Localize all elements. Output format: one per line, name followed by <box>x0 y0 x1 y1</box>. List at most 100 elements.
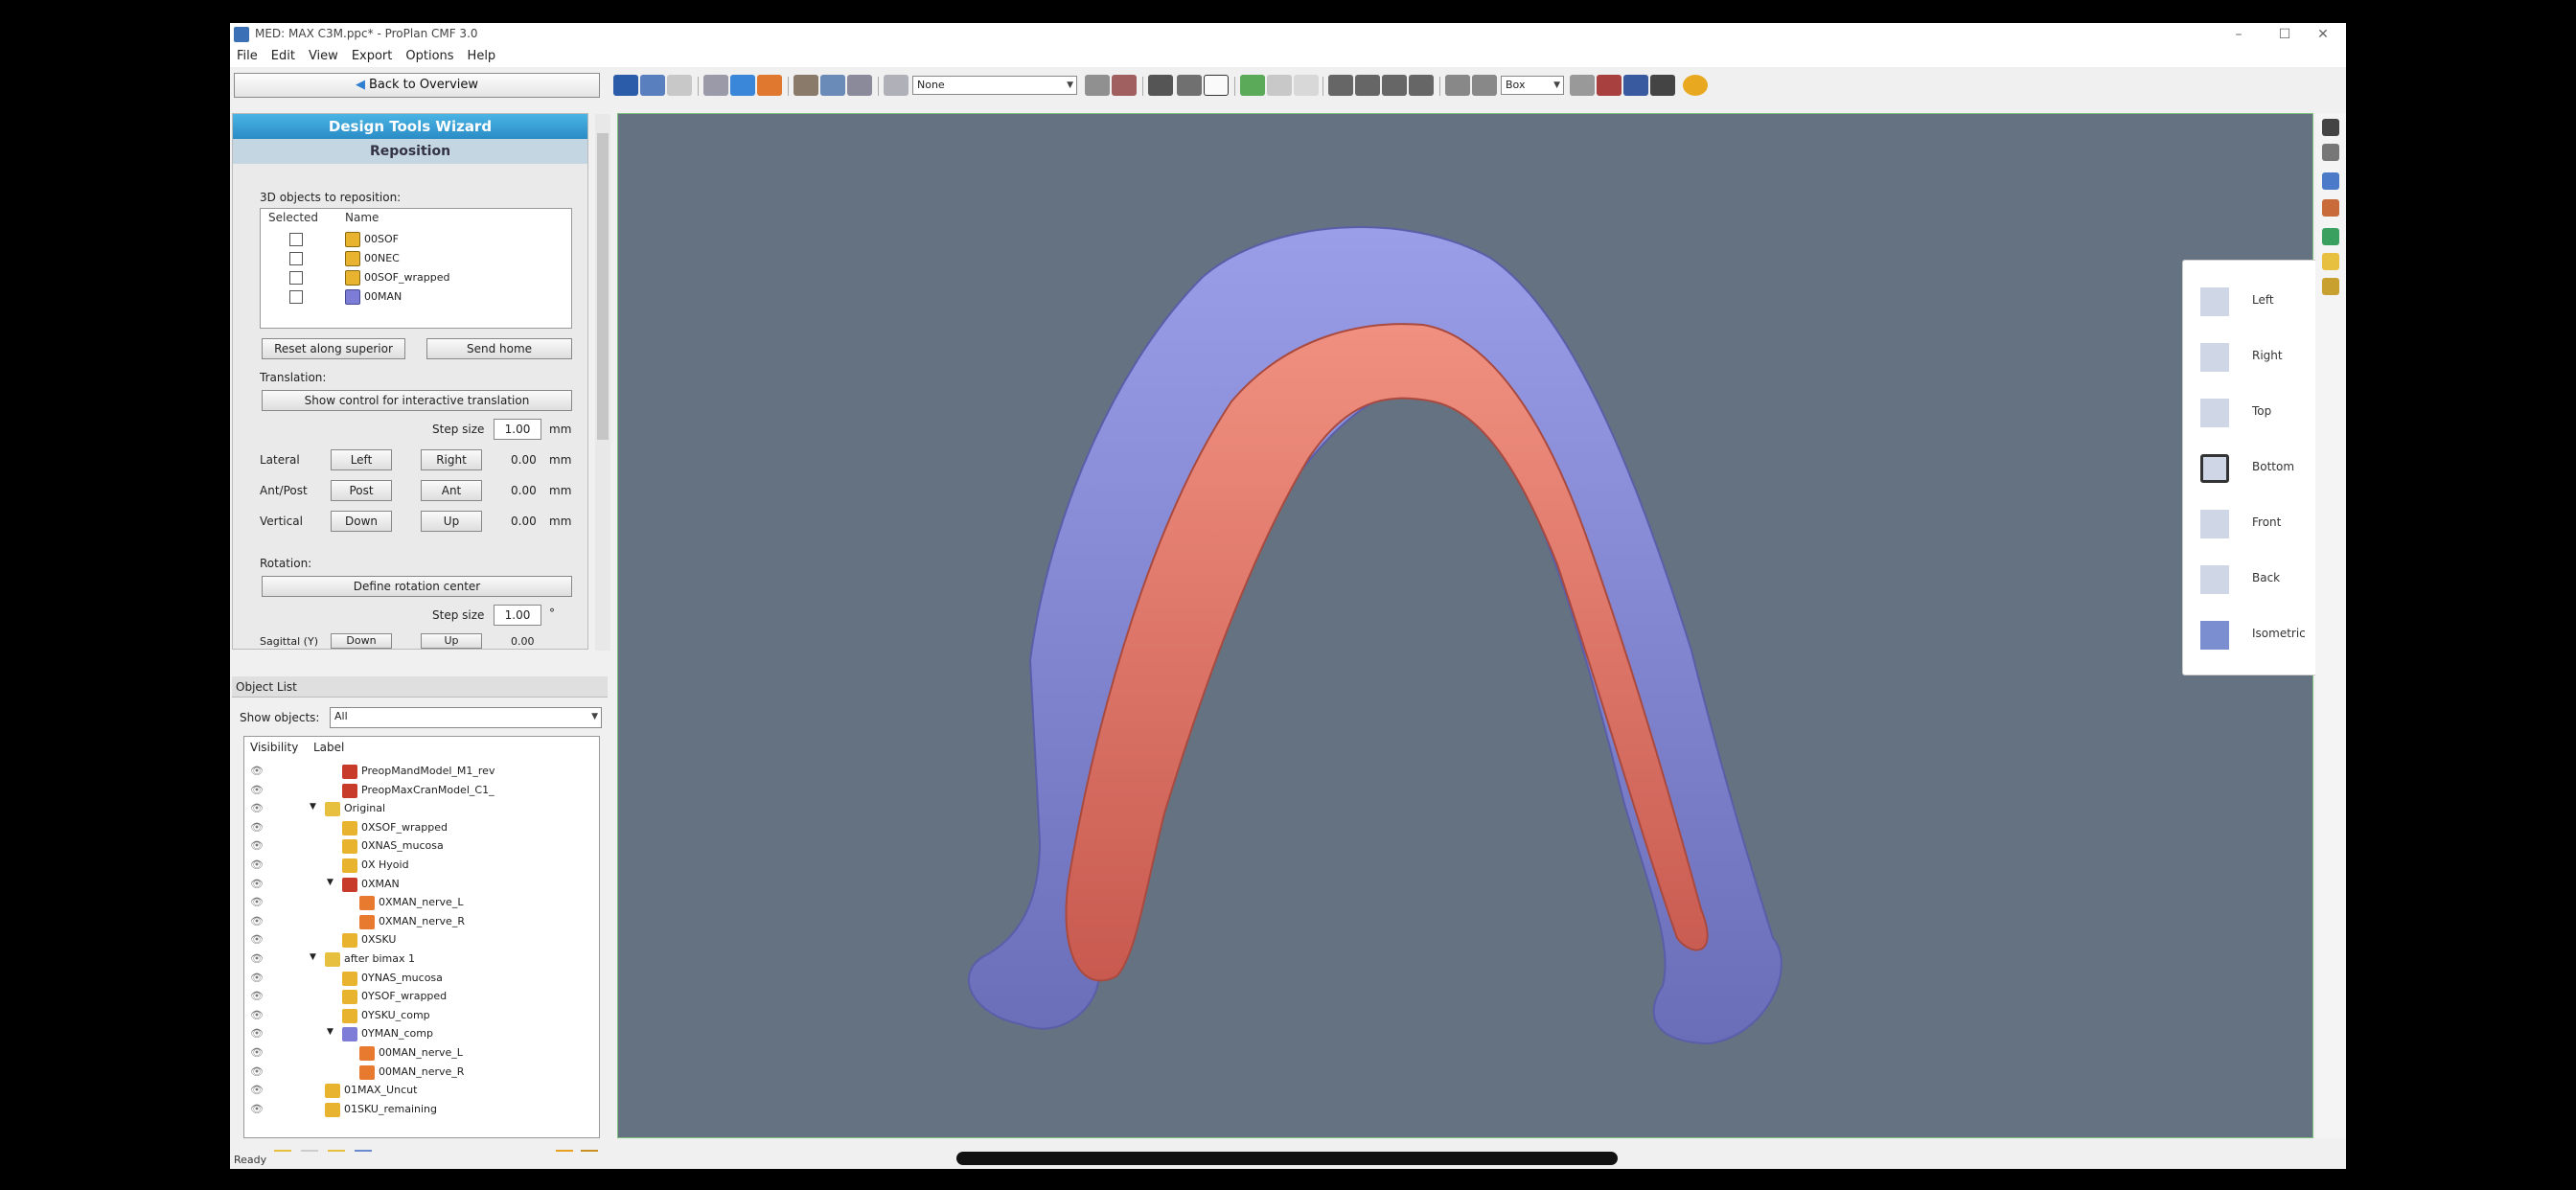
view-top-button[interactable]: Top <box>2193 389 2315 437</box>
view-front-button[interactable]: Front <box>2193 500 2315 548</box>
select-checkbox[interactable] <box>289 233 303 246</box>
select-checkbox[interactable] <box>289 252 303 265</box>
menu-options[interactable]: Options <box>399 46 460 66</box>
grid-icon[interactable] <box>1267 75 1292 96</box>
undo-icon[interactable] <box>640 75 665 96</box>
expand-chevron-icon[interactable]: ▼ <box>327 878 334 887</box>
visibility-icon[interactable]: 👁 <box>250 915 269 927</box>
text-icon[interactable] <box>1204 75 1229 96</box>
back-to-overview-button[interactable]: ◀ Back to Overview <box>234 73 600 98</box>
list-item[interactable]: 00MAN <box>261 287 548 307</box>
menu-edit[interactable]: Edit <box>264 46 302 66</box>
zoom-icon[interactable] <box>1570 75 1595 96</box>
view-right-button[interactable]: Right <box>2193 333 2315 381</box>
fit-view-icon[interactable] <box>1623 75 1648 96</box>
zoom-mode-combo[interactable]: Box ▼ <box>1501 76 1564 95</box>
reset-along-superior-button[interactable]: Reset along superior <box>262 338 405 359</box>
cut-tool-icon[interactable] <box>794 75 818 96</box>
yellow-icon[interactable] <box>2322 253 2339 270</box>
visibility-icon[interactable]: 👁 <box>250 802 269 814</box>
axis-3d-icon[interactable] <box>1355 75 1380 96</box>
down-button[interactable]: Down <box>331 511 392 532</box>
screenshot-icon[interactable] <box>1650 75 1675 96</box>
rotate-icon[interactable] <box>1445 75 1470 96</box>
visibility-icon[interactable]: 👁 <box>250 1027 269 1040</box>
visibility-icon[interactable]: 👁 <box>250 878 269 890</box>
close-icon[interactable]: ✕ <box>2300 23 2346 46</box>
clipboard-icon[interactable] <box>884 75 908 96</box>
visibility-icon[interactable]: 👁 <box>250 896 269 908</box>
visibility-icon[interactable]: 👁 <box>250 821 269 834</box>
wizard-scrollbar[interactable] <box>595 114 610 651</box>
redo-icon[interactable] <box>667 75 692 96</box>
rotate-down-button[interactable]: Down <box>331 633 392 649</box>
visibility-icon[interactable]: 👁 <box>250 765 269 777</box>
visibility-icon[interactable]: 👁 <box>250 1065 269 1078</box>
scrollbar-thumb[interactable] <box>597 133 609 440</box>
visibility-icon[interactable]: 👁 <box>250 1046 269 1059</box>
post-button[interactable]: Post <box>331 480 392 501</box>
view-bottom-button[interactable]: Bottom <box>2193 445 2315 492</box>
green-tool-icon[interactable] <box>1240 75 1265 96</box>
right-button[interactable]: Right <box>421 449 482 470</box>
visibility-icon[interactable]: 👁 <box>250 952 269 965</box>
step-size-input[interactable]: 1.00 <box>494 419 541 440</box>
menu-view[interactable]: View <box>302 46 345 66</box>
list-item[interactable]: 00NEC <box>261 249 548 268</box>
axis-2d-3-icon[interactable] <box>1409 75 1434 96</box>
list-item[interactable]: 00SOF_wrapped <box>261 268 548 287</box>
visibility-icon[interactable]: 👁 <box>250 1103 269 1115</box>
shapes-icon[interactable] <box>730 75 755 96</box>
object-icon[interactable] <box>2322 199 2339 217</box>
glasses-icon[interactable] <box>2322 144 2339 161</box>
bracket-icon[interactable] <box>1294 75 1319 96</box>
save-icon[interactable] <box>613 75 638 96</box>
expand-chevron-icon[interactable]: ▼ <box>310 952 316 962</box>
visibility-icon[interactable]: 👁 <box>250 990 269 1002</box>
object-tool-icon[interactable] <box>703 75 728 96</box>
view-isometric-button[interactable]: Isometric <box>2193 611 2315 659</box>
mask-icon[interactable] <box>1148 75 1173 96</box>
pan-icon[interactable] <box>1472 75 1497 96</box>
left-button[interactable]: Left <box>331 449 392 470</box>
select-checkbox[interactable] <box>289 271 303 285</box>
reposition-object-list[interactable]: Selected Name 00SOF 00NEC 00SOF_wrapped … <box>260 208 572 329</box>
list-item[interactable]: 00SOF <box>261 230 548 249</box>
rotation-step-input[interactable]: 1.00 <box>494 605 541 626</box>
show-control-button[interactable]: Show control for interactive translation <box>262 390 572 411</box>
landmark-icon[interactable] <box>847 75 872 96</box>
visibility-icon[interactable]: 👁 <box>250 839 269 852</box>
visibility-icon[interactable]: 👁 <box>250 933 269 946</box>
pen-icon[interactable] <box>1177 75 1202 96</box>
up-button[interactable]: Up <box>421 511 482 532</box>
define-rotation-center-button[interactable]: Define rotation center <box>262 576 572 597</box>
info-icon[interactable] <box>1683 75 1708 96</box>
visibility-icon[interactable]: 👁 <box>250 972 269 984</box>
send-home-button[interactable]: Send home <box>426 338 572 359</box>
face-red-icon[interactable] <box>1112 75 1137 96</box>
visibility-icon[interactable]: 👁 <box>250 858 269 871</box>
green-icon[interactable] <box>2322 228 2339 245</box>
zoom-reset-icon[interactable] <box>1597 75 1622 96</box>
rotate-up-button[interactable]: Up <box>421 633 482 649</box>
visibility-icon[interactable]: 👁 <box>250 784 269 796</box>
light-icon[interactable] <box>2322 278 2339 295</box>
visibility-icon[interactable]: 👁 <box>250 1084 269 1096</box>
menu-export[interactable]: Export <box>345 46 400 66</box>
show-objects-select[interactable]: All ▼ <box>330 707 602 728</box>
radiation-icon[interactable] <box>2322 119 2339 136</box>
view-back-button[interactable]: Back <box>2193 556 2315 604</box>
menu-file[interactable]: File <box>230 46 264 66</box>
object-tree[interactable]: Visibility Label 👁 PreopMandModel_M1_rev 👁… <box>243 736 600 1138</box>
axis-2d-1-icon[interactable] <box>1328 75 1353 96</box>
measure-icon[interactable] <box>820 75 845 96</box>
visibility-icon[interactable]: 👁 <box>250 1009 269 1021</box>
menu-help[interactable]: Help <box>461 46 503 66</box>
view-left-button[interactable]: Left <box>2193 278 2315 326</box>
minimize-icon[interactable]: – <box>2216 23 2262 46</box>
tag-icon[interactable] <box>757 75 782 96</box>
axis-2d-2-icon[interactable] <box>1382 75 1407 96</box>
ant-button[interactable]: Ant <box>421 480 482 501</box>
expand-chevron-icon[interactable]: ▼ <box>327 1027 334 1037</box>
expand-chevron-icon[interactable]: ▼ <box>310 802 316 812</box>
